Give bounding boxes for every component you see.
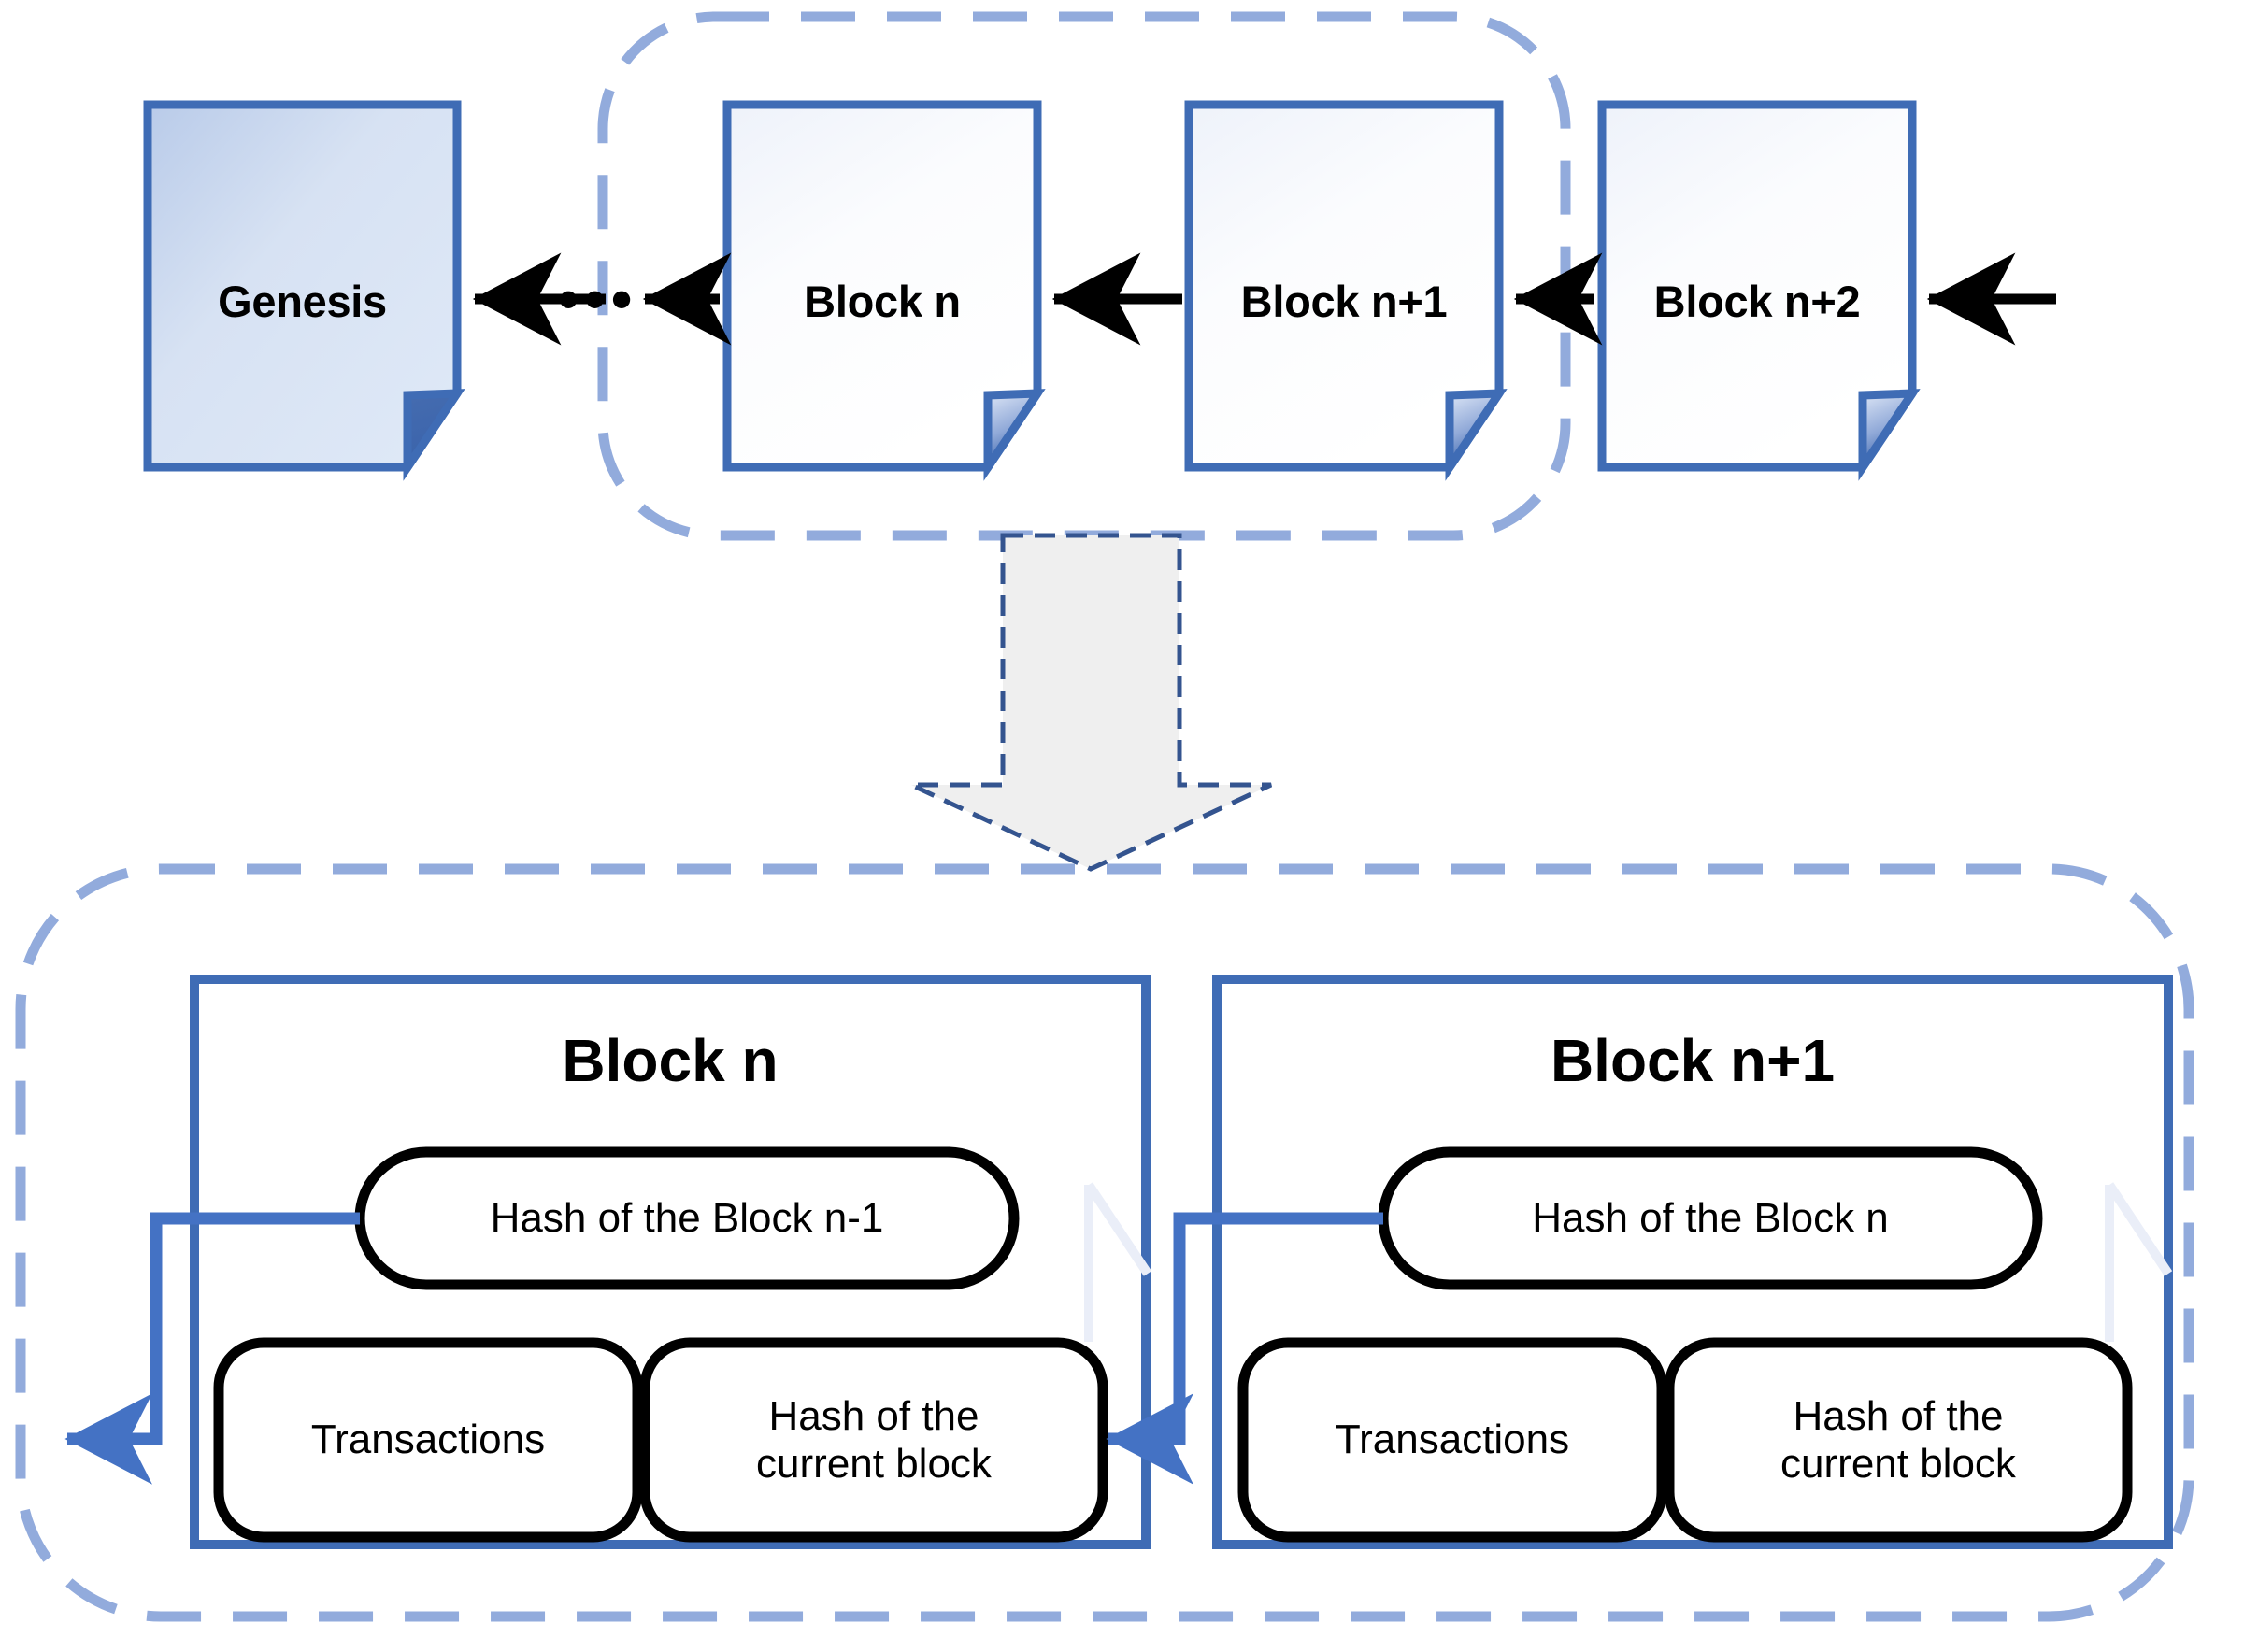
detail-current-hash-label-block-n: Hash of the current block (756, 1392, 992, 1487)
chain-ellipsis: ••• (558, 265, 638, 333)
chain-label-block-n: Block n (804, 277, 961, 326)
chain-label-block-n-plus-1: Block n+1 (1240, 277, 1448, 326)
diagram-canvas: Genesis ••• Block n Block n+1 Block n+2 … (0, 0, 2244, 1652)
detail-title-block-n-plus-1: Block n+1 (1550, 1027, 1836, 1094)
detail-transactions-label-block-n-plus-1: Transactions (1335, 1417, 1570, 1463)
detail-prev-hash-label-block-n: Hash of the Block n-1 (490, 1195, 884, 1242)
chain-label-block-n-plus-2: Block n+2 (1653, 277, 1861, 326)
chain-label-genesis: Genesis (218, 277, 387, 326)
detail-prev-hash-label-block-n-plus-1: Hash of the Block n (1532, 1195, 1889, 1242)
detail-transactions-label-block-n: Transactions (310, 1417, 546, 1463)
detail-title-block-n: Block n (562, 1027, 779, 1094)
detail-current-hash-label-block-n-plus-1: Hash of the current block (1780, 1392, 2016, 1487)
expand-down-arrow (909, 533, 1273, 872)
